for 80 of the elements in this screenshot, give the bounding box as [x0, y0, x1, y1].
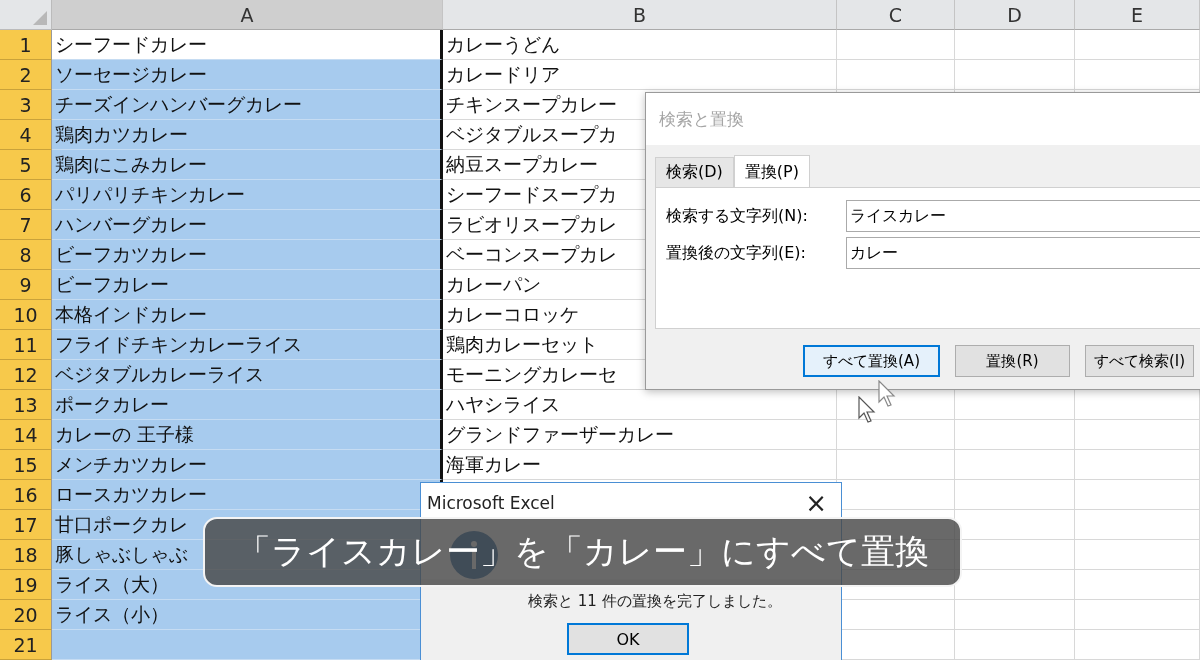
row-header[interactable]: 8	[0, 240, 52, 270]
tab[interactable]: 置換(P)	[733, 155, 810, 187]
dialog-button[interactable]: すべて検索(I)	[1085, 345, 1195, 377]
cell-text: チキンスープカレー	[446, 91, 617, 117]
cell-text: 海軍カレー	[446, 451, 541, 477]
cell-text: ソーセージカレー	[55, 61, 207, 87]
cell-text: 鶏肉カレーセット	[446, 331, 598, 357]
input-field[interactable]: ライスカレー	[846, 200, 1200, 232]
cell-text: モーニングカレーセ	[446, 361, 617, 387]
cell-text: 甘口ポークカレ	[55, 511, 188, 537]
cell-text: カレードリア	[446, 61, 560, 87]
cell-text: チーズインハンバーグカレー	[55, 91, 302, 117]
row-header[interactable]: 18	[0, 540, 52, 570]
dialog-button[interactable]: すべて置換(A)	[803, 345, 940, 377]
select-all-corner[interactable]	[0, 0, 52, 30]
row-header[interactable]: 1	[0, 30, 52, 60]
cell-text: 本格インドカレー	[55, 301, 207, 327]
cell-text: 鶏肉カツカレー	[55, 121, 188, 147]
cell-text: カレーパン	[446, 271, 541, 297]
cell-text: ライス（小）	[55, 601, 169, 627]
column-header[interactable]: D	[955, 0, 1075, 30]
cell-text: ライス（大）	[55, 571, 169, 597]
cell-text: ハヤシライス	[446, 391, 560, 417]
cell-text: カレーの 王子様	[55, 421, 195, 447]
dialog-title: 検索と置換	[659, 107, 744, 131]
row-header[interactable]: 12	[0, 360, 52, 390]
message-text: 検索と 11 件の置換を完了しました。	[528, 592, 782, 611]
cell-text: ラビオリスープカレ	[446, 211, 617, 237]
tab[interactable]: 検索(D)	[655, 157, 734, 187]
row-header[interactable]: 19	[0, 570, 52, 600]
corner-triangle-icon	[33, 11, 47, 25]
cell-text: ビーフカレー	[55, 271, 169, 297]
cell-text: ベーコンスープカレ	[446, 241, 617, 267]
row-header[interactable]: 17	[0, 510, 52, 540]
cell-text: フライドチキンカレーライス	[55, 331, 302, 357]
cell-text: カレーコロッケ	[446, 301, 579, 327]
cell-text: ハンバーグカレー	[55, 211, 207, 237]
cell-text: 納豆スープカレー	[446, 151, 598, 177]
cell-text: ロースカツカレー	[55, 481, 207, 507]
cell-text: 豚しゃぶしゃぶ	[55, 541, 188, 567]
cell-text: 鶏肉にこみカレー	[55, 151, 207, 177]
dialog-title: Microsoft Excel	[427, 493, 555, 513]
close-button[interactable]: ×	[797, 488, 835, 518]
ok-button[interactable]: OK	[567, 623, 689, 655]
column-header[interactable]: E	[1075, 0, 1200, 30]
cell-text: ベジタブルカレーライス	[55, 361, 264, 387]
row-header[interactable]: 13	[0, 390, 52, 420]
row-header[interactable]: 3	[0, 90, 52, 120]
row-header[interactable]: 21	[0, 630, 52, 660]
cursor-icon	[878, 380, 896, 408]
caption-text: 「ライスカレー」を「カレー」にすべて置換	[236, 530, 929, 573]
column-header[interactable]: A	[52, 0, 443, 30]
row-header[interactable]: 5	[0, 150, 52, 180]
row-header[interactable]: 11	[0, 330, 52, 360]
cell-text: ポークカレー	[55, 391, 169, 417]
row-header[interactable]: 14	[0, 420, 52, 450]
cell-text: メンチカツカレー	[55, 451, 207, 477]
field-label: 置換後の文字列(E):	[666, 242, 807, 264]
cursor-icon	[858, 396, 876, 424]
cell-text: シーフードスープカ	[446, 181, 617, 207]
column-header[interactable]: B	[443, 0, 837, 30]
cell-text: ベジタブルスープカ	[446, 121, 617, 147]
cell-text: ビーフカツカレー	[55, 241, 207, 267]
cell-text: グランドファーザーカレー	[446, 421, 674, 447]
row-header[interactable]: 7	[0, 210, 52, 240]
input-field[interactable]: カレー	[846, 237, 1200, 269]
dialog-button[interactable]: 置換(R)	[955, 345, 1070, 377]
row-header[interactable]: 20	[0, 600, 52, 630]
cell-text: シーフードカレー	[55, 31, 207, 57]
row-header[interactable]: 6	[0, 180, 52, 210]
row-header[interactable]: 15	[0, 450, 52, 480]
row-header[interactable]: 10	[0, 300, 52, 330]
field-label: 検索する文字列(N):	[666, 205, 809, 227]
cell-text: カレーうどん	[446, 31, 560, 57]
column-header[interactable]: C	[837, 0, 955, 30]
cell-text: パリパリチキンカレー	[55, 181, 245, 207]
row-header[interactable]: 4	[0, 120, 52, 150]
row-header[interactable]: 2	[0, 60, 52, 90]
row-header[interactable]: 9	[0, 270, 52, 300]
row-header[interactable]: 16	[0, 480, 52, 510]
